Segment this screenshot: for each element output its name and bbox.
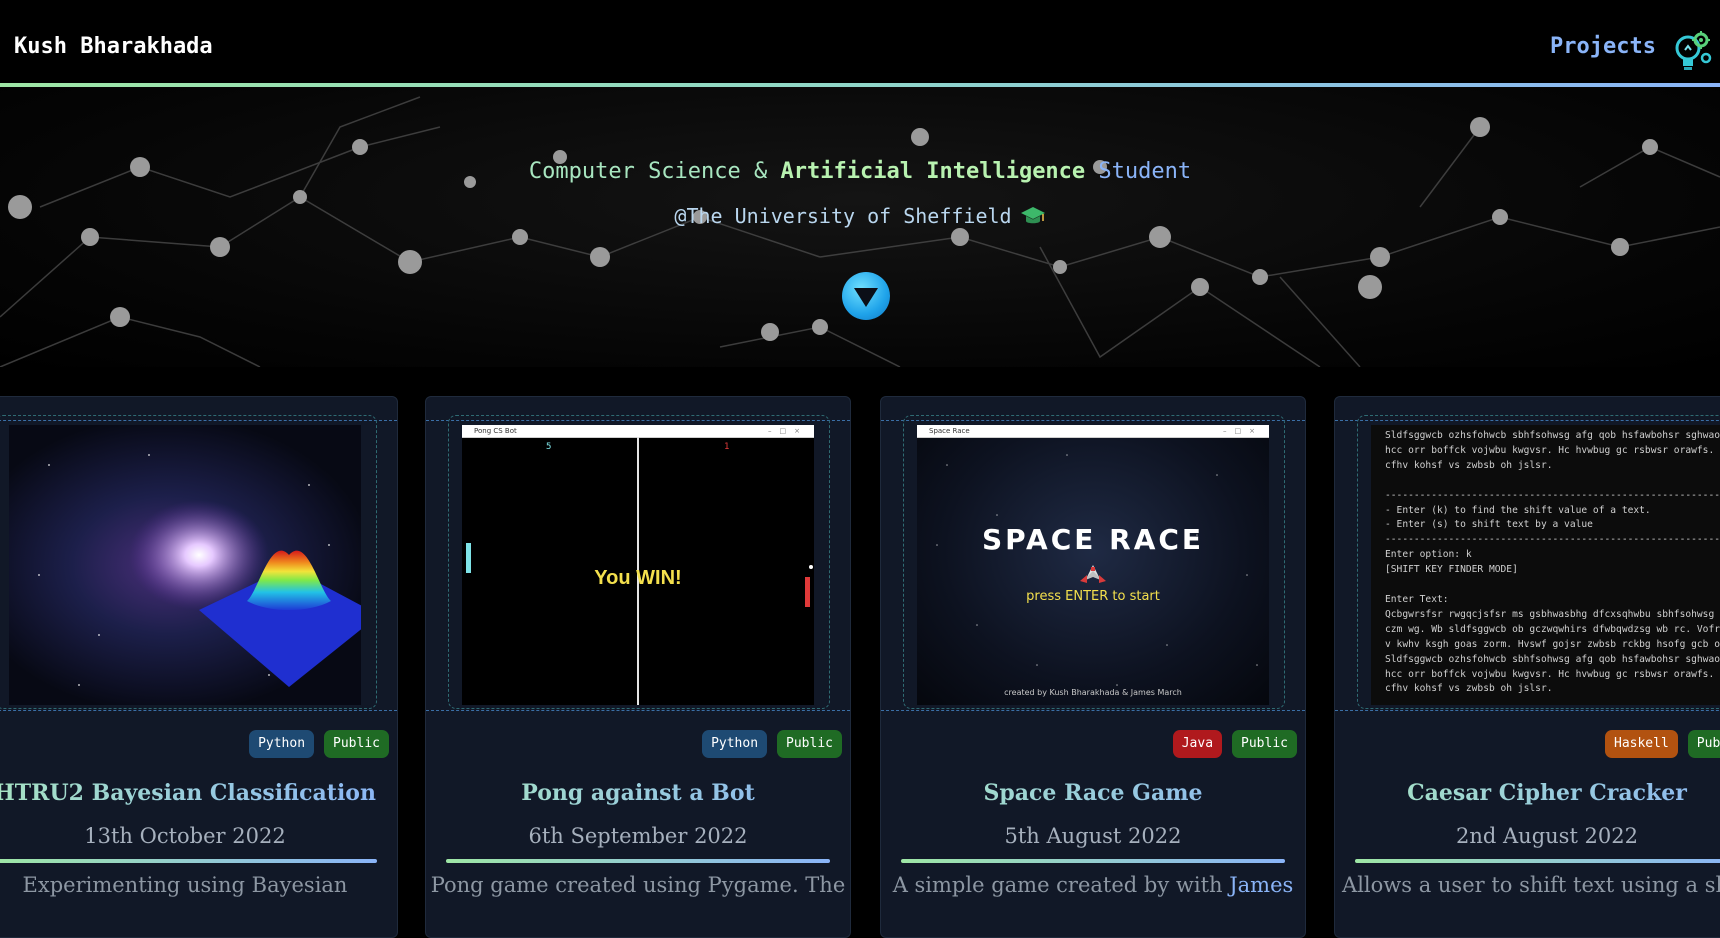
visibility-badge: Public	[1687, 730, 1720, 758]
project-title[interactable]: Caesar Cipher Cracker	[1335, 780, 1720, 806]
game-credits: created by Kush Bharakhada & James March	[1004, 688, 1182, 697]
project-title[interactable]: Pong against a Bot	[426, 780, 850, 806]
scroll-down-icon	[854, 288, 878, 307]
project-description: Allows a user to shift text using a shif…	[1342, 873, 1720, 897]
visibility-badge: Public	[777, 730, 842, 758]
date-divider	[0, 859, 377, 863]
project-card[interactable]: Python Public HTRU2 Bayesian Classificat…	[0, 396, 398, 938]
project-description: A simple game created by with James	[881, 873, 1305, 897]
project-card[interactable]: Sldfsggwcb ozhsfohwcb sbhfsohwsg afg qob…	[1334, 396, 1720, 938]
terminal-output: Sldfsggwcb ozhsfohwcb sbhfsohwsg afg qob…	[1371, 425, 1720, 705]
project-card[interactable]: Pong CS Bot –□× 5 1 You WIN! Python Publi…	[425, 396, 851, 938]
hero-headline-start: Computer Science &	[528, 159, 781, 184]
date-divider	[446, 859, 830, 863]
terminal-line: - Enter (k) to find the shift value of a…	[1385, 504, 1651, 516]
hero-banner: Computer Science & Artificial Intelligen…	[0, 87, 1720, 367]
card-badges: Java Public	[1172, 730, 1297, 758]
galaxy-gaussian-image	[38, 454, 361, 687]
terminal-line: hcc orr boffck vojwbu kwgvsr. Hc hvwbug …	[1385, 668, 1715, 680]
terminal-line: ​	[1385, 578, 1717, 593]
window-title: Pong CS Bot	[474, 427, 517, 435]
pong-score-right: 1	[724, 442, 730, 452]
description-text: A simple game created by with	[892, 873, 1230, 897]
card-divider	[0, 710, 397, 711]
project-description: Pong game created using Pygame. The	[430, 873, 846, 897]
site-header: Kush Bharakhada Projects	[0, 0, 1720, 87]
project-date: 5th August 2022	[1004, 824, 1182, 848]
projects-section: Python Public HTRU2 Bayesian Classificat…	[0, 367, 1720, 938]
lightbulb-gears-icon[interactable]	[1668, 28, 1714, 74]
terminal-line: Sldfsggwcb ozhsfohwcb sbhfsohwsg afg qob…	[1385, 430, 1720, 441]
terminal-line: v kwhv ksgh goas zorm. Hvswf gojsr zwbsb…	[1385, 638, 1720, 650]
hero-headline: Computer Science & Artificial Intelligen…	[0, 159, 1720, 184]
nav-projects-link[interactable]: Projects	[1550, 34, 1656, 59]
project-screenshot: Sldfsggwcb ozhsfohwcb sbhfsohwsg afg qob…	[1371, 425, 1720, 705]
terminal-line: hcc orr boffck vojwbu kwgvsr. Hc hvwbug …	[1385, 444, 1715, 456]
project-screenshot	[9, 425, 361, 705]
game-start-prompt: press ENTER to start	[1026, 589, 1160, 604]
project-title[interactable]: Space Race Game	[881, 780, 1305, 806]
card-badges: Python Public	[249, 730, 389, 758]
project-date: 13th October 2022	[84, 824, 286, 848]
date-divider	[901, 859, 1285, 863]
card-divider	[881, 710, 1305, 711]
terminal-line: ----------------------------------------…	[1385, 489, 1720, 501]
graduation-cap-icon	[1020, 207, 1045, 224]
terminal-line: Enter option: k	[1385, 549, 1472, 561]
project-description: Experimenting using Bayesian	[22, 873, 348, 897]
terminal-line: czm wg. Wb sldfsggwcb ob gczwqwhirs dfwb…	[1385, 623, 1720, 635]
terminal-line: Qcbgwrsfsr rwgqcjsfsr ms gsbhwasbhg dfcx…	[1385, 608, 1715, 620]
hero-university: @The University of Sheffield	[674, 204, 1012, 228]
terminal-line: Sldfsggwcb ozhsfohwcb sbhfsohwsg afg qob…	[1385, 653, 1720, 665]
card-divider	[426, 710, 850, 711]
project-title[interactable]: HTRU2 Bayesian Classification	[0, 780, 397, 806]
terminal-line: cfhv kohsf vs zwbsb oh jslsr.	[1385, 683, 1553, 695]
pong-win-message: You WIN!	[594, 567, 682, 589]
visibility-badge: Public	[324, 730, 389, 758]
date-divider	[1355, 859, 1720, 863]
window-controls: –□×	[768, 427, 808, 435]
terminal-line: ​	[1385, 474, 1717, 489]
card-badges: Haskell Public	[1605, 730, 1720, 758]
language-badge: Python	[702, 730, 768, 758]
language-badge: Java	[1172, 730, 1223, 758]
project-screenshot: Pong CS Bot –□× 5 1 You WIN!	[462, 425, 814, 705]
site-brand[interactable]: Kush Bharakhada	[14, 34, 213, 59]
project-date: 6th September 2022	[528, 824, 748, 848]
collaborator-link[interactable]: James	[1229, 873, 1293, 897]
card-divider	[1335, 710, 1720, 711]
starfield	[936, 454, 1258, 686]
terminal-line: - Enter (s) to shift text by a value	[1385, 519, 1593, 531]
project-card[interactable]: Space Race–□× SPACE RACE press ENTER to	[880, 396, 1306, 938]
language-badge: Python	[249, 730, 315, 758]
terminal-line: Enter Text:	[1385, 593, 1449, 605]
spaceship-icon	[1080, 565, 1106, 583]
scroll-down-button[interactable]	[842, 272, 890, 320]
terminal-line: cfhv kohsf vs zwbsb oh jslsr.	[1385, 459, 1553, 471]
pong-score-left: 5	[546, 442, 552, 452]
game-title: SPACE RACE	[981, 523, 1205, 556]
terminal-line: ----------------------------------------…	[1385, 534, 1720, 546]
terminal-line: [SHIFT KEY FINDER MODE]	[1385, 564, 1518, 576]
hero-headline-end: Student	[1085, 159, 1192, 184]
visibility-badge: Public	[1232, 730, 1297, 758]
project-date: 2nd August 2022	[1456, 824, 1638, 848]
card-badges: Python Public	[702, 730, 842, 758]
language-badge: Haskell	[1605, 730, 1678, 758]
hero-headline-highlight: Artificial Intelligence	[780, 159, 1086, 184]
hero-subheadline: @The University of Sheffield	[0, 204, 1720, 228]
project-screenshot: Space Race–□× SPACE RACE press ENTER to	[917, 425, 1269, 705]
